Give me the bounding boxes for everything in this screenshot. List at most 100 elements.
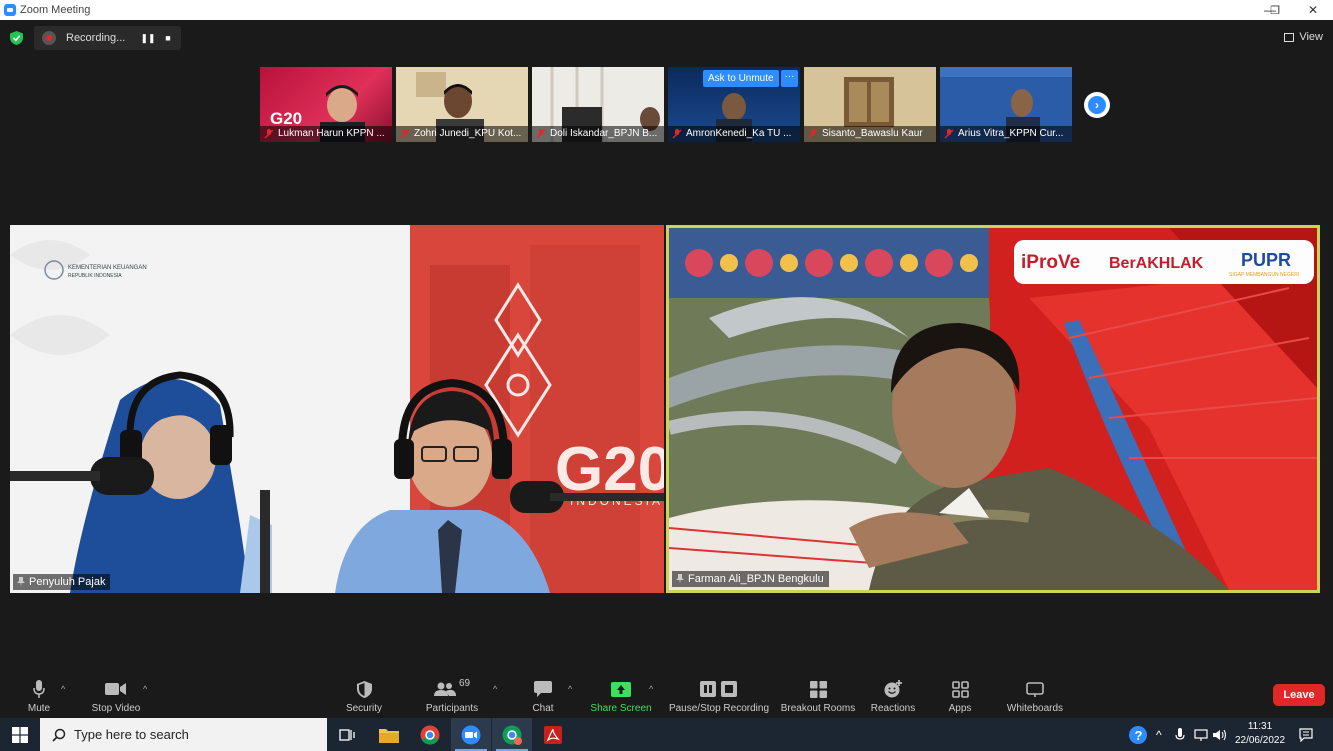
taskbar-chrome[interactable]: [410, 718, 450, 751]
video-options-caret-icon[interactable]: ^: [143, 684, 147, 694]
muted-mic-icon: [400, 129, 410, 139]
network-icon[interactable]: [1194, 718, 1208, 751]
next-page-button[interactable]: ›: [1084, 92, 1110, 118]
muted-mic-icon: [944, 129, 954, 139]
security-button[interactable]: Security: [343, 670, 385, 718]
clock-time: 11:31: [1247, 721, 1273, 732]
participant-name: Sisanto_Bawaslu Kaur: [804, 126, 936, 142]
view-label: View: [1299, 31, 1323, 43]
participant-name: Lukman Harun KPPN ...: [260, 126, 392, 142]
mute-options-caret-icon[interactable]: ^: [61, 684, 65, 694]
participant-tile[interactable]: Sisanto_Bawaslu Kaur: [804, 67, 936, 142]
chrome-profile-icon: [502, 725, 522, 745]
window-titlebar: Zoom Meeting — ❐ ✕: [0, 0, 1333, 20]
stop-recording-icon[interactable]: ■: [160, 30, 176, 46]
chat-options-caret-icon[interactable]: ^: [568, 684, 572, 694]
maximize-button[interactable]: ❐: [1255, 0, 1295, 20]
apps-icon: [951, 678, 969, 700]
microphone-icon: [33, 678, 45, 700]
pause-recording-icon[interactable]: ❚❚: [140, 30, 156, 46]
gallery-strip: G20 Lukman Harun KPPN ... Zohri Junedi_K…: [260, 67, 1072, 142]
whiteboards-button[interactable]: Whiteboards: [1003, 670, 1067, 718]
chat-bubble-icon: [534, 678, 552, 700]
svg-text:?: ?: [1135, 728, 1143, 743]
breakout-rooms-button[interactable]: Breakout Rooms: [780, 670, 856, 718]
participant-name: Zohri Junedi_KPU Kot...: [396, 126, 528, 142]
security-shield-icon[interactable]: [10, 31, 23, 45]
help-icon[interactable]: ?: [1128, 718, 1148, 751]
share-options-caret-icon[interactable]: ^: [649, 684, 653, 694]
iprove-logo: iProVe: [1021, 252, 1080, 273]
participants-options-caret-icon[interactable]: ^: [493, 684, 497, 694]
recording-indicator: Recording... ❚❚ ■: [34, 26, 181, 50]
leave-button[interactable]: Leave: [1273, 684, 1325, 706]
participants-icon: 69: [433, 678, 471, 700]
window-title: Zoom Meeting: [20, 4, 91, 16]
clock-date: 22/06/2022: [1234, 735, 1286, 746]
search-icon: [52, 728, 66, 742]
pause-stop-recording-icon: [700, 678, 738, 700]
show-hidden-icons-chevron-icon[interactable]: ^: [1156, 718, 1162, 751]
folder-icon: [379, 728, 399, 743]
share-screen-icon: [611, 678, 631, 700]
share-screen-button[interactable]: Share Screen: [590, 670, 652, 718]
video-name-label: Penyuluh Pajak: [13, 574, 111, 590]
notifications-icon[interactable]: [1299, 718, 1313, 751]
more-options-button[interactable]: ···: [781, 70, 798, 87]
ministry-logo-text: KEMENTERIAN KEUANGAN: [68, 265, 147, 271]
zoom-icon: [461, 725, 481, 744]
task-view-icon: [339, 728, 355, 741]
stop-video-button[interactable]: Stop Video: [88, 670, 144, 718]
taskbar-zoom[interactable]: [451, 718, 491, 751]
video-feed: G20 INDONESIA KEMENTERIAN KEUANGAN REPUB…: [10, 225, 664, 593]
windows-start-button[interactable]: [0, 718, 40, 751]
windows-logo-icon: [12, 726, 28, 743]
participant-tile[interactable]: Zohri Junedi_KPU Kot...: [396, 67, 528, 142]
taskbar-chrome-profile[interactable]: [492, 718, 532, 751]
view-button[interactable]: View: [1284, 26, 1323, 48]
chat-button[interactable]: Chat: [528, 670, 558, 718]
ask-to-unmute-button[interactable]: Ask to Unmute: [703, 70, 779, 87]
acrobat-icon: [544, 725, 562, 744]
taskbar-search-input[interactable]: Type here to search: [40, 718, 327, 751]
participant-name: Arius Vitra_KPPN Cur...: [940, 126, 1072, 142]
ministry-logo-sub: REPUBLIK INDONESIA: [68, 273, 122, 279]
taskbar-acrobat[interactable]: [533, 718, 573, 751]
meeting-toolbar: Mute ^ Stop Video ^ Security 69 Particip…: [0, 670, 1333, 718]
video-farman-ali[interactable]: iProVe BerAKHLAK PUPR SIGAP MEMBANGUN NE…: [666, 225, 1320, 593]
microphone-tray-icon[interactable]: [1175, 718, 1185, 751]
participants-button[interactable]: 69 Participants: [424, 670, 480, 718]
whiteboard-icon: [1026, 678, 1044, 700]
video-penyuluh-pajak[interactable]: G20 INDONESIA KEMENTERIAN KEUANGAN REPUB…: [10, 225, 664, 593]
muted-mic-icon: [536, 129, 546, 139]
volume-icon[interactable]: [1213, 718, 1227, 751]
participant-tile[interactable]: Arius Vitra_KPPN Cur...: [940, 67, 1072, 142]
breakout-rooms-icon: [809, 678, 827, 700]
berakhlak-logo: BerAKHLAK: [1109, 255, 1204, 272]
participants-count: 69: [458, 678, 471, 689]
pupr-logo: PUPR: [1241, 250, 1291, 270]
reactions-button[interactable]: Reactions: [870, 670, 916, 718]
video-name-label: Farman Ali_BPJN Bengkulu: [672, 571, 829, 587]
muted-mic-icon: [672, 129, 682, 139]
video-feed: iProVe BerAKHLAK PUPR SIGAP MEMBANGUN NE…: [669, 228, 1317, 590]
participant-tile[interactable]: G20 Lukman Harun KPPN ...: [260, 67, 392, 142]
windows-taskbar: Type here to search ? ^ 11:31 22/06/2022: [0, 718, 1333, 751]
participant-tile[interactable]: Doli Iskandar_BPJN B...: [532, 67, 664, 142]
task-view-button[interactable]: [327, 718, 367, 751]
video-camera-icon: [105, 678, 127, 700]
taskbar-clock[interactable]: 11:31 22/06/2022: [1234, 720, 1286, 748]
muted-mic-icon: [264, 129, 274, 139]
chrome-icon: [420, 725, 440, 745]
participant-name: AmronKenedi_Ka TU ...: [668, 126, 800, 142]
participant-name: Doli Iskandar_BPJN B...: [532, 126, 664, 142]
mute-button[interactable]: Mute: [22, 670, 56, 718]
pause-stop-recording-button[interactable]: Pause/Stop Recording: [668, 670, 770, 718]
apps-button[interactable]: Apps: [944, 670, 976, 718]
chevron-right-icon: ›: [1095, 98, 1099, 112]
pin-icon: [676, 574, 684, 584]
muted-mic-icon: [808, 129, 818, 139]
taskbar-file-explorer[interactable]: [369, 718, 409, 751]
close-button[interactable]: ✕: [1293, 0, 1333, 20]
pupr-sub: SIGAP MEMBANGUN NEGERI: [1229, 272, 1299, 278]
